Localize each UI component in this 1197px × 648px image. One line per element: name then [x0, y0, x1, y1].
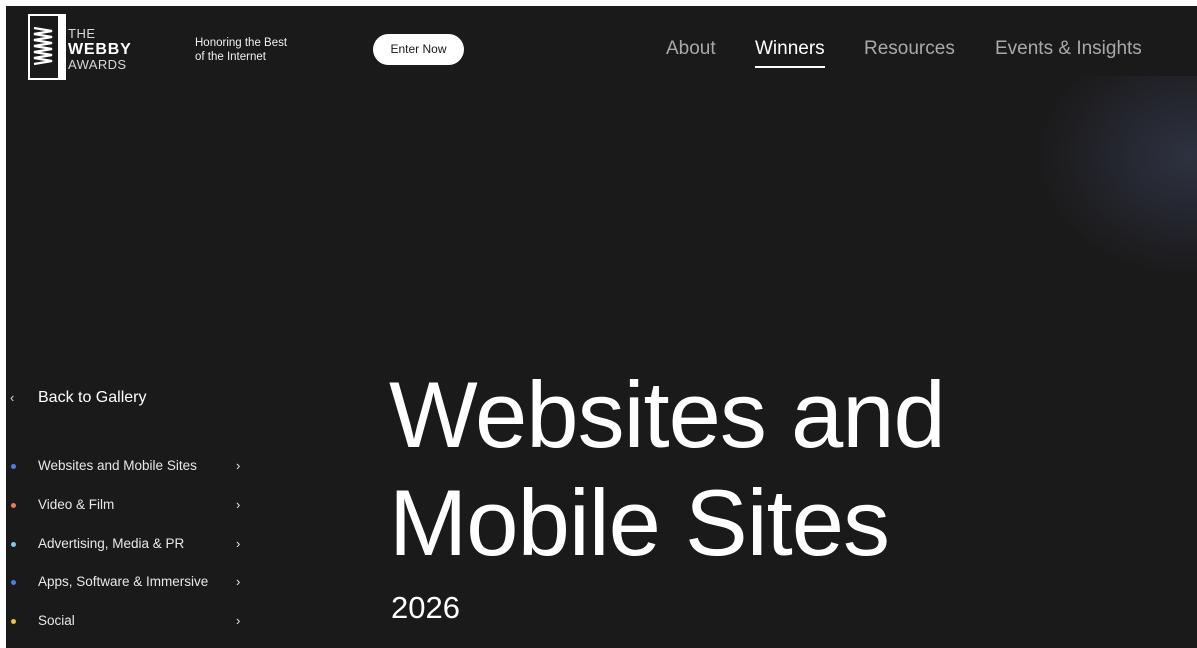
- background-glow: [1037, 76, 1197, 276]
- nav-winners[interactable]: Winners: [755, 36, 825, 68]
- category-label: Advertising, Media & PR: [38, 536, 185, 551]
- category-social[interactable]: Social ›: [6, 610, 251, 632]
- page-frame: THE WEBBY AWARDS Honoring the Best of th…: [6, 6, 1197, 648]
- chevron-right-icon: ›: [236, 574, 241, 589]
- nav-about-label: About: [666, 38, 716, 59]
- category-dot: [11, 580, 16, 585]
- logo-line-awards: AWARDS: [68, 57, 127, 72]
- category-label: Video & Film: [38, 497, 115, 512]
- page-title: Websites and Mobile Sites: [389, 361, 1149, 577]
- chevron-right-icon: ›: [236, 613, 241, 628]
- chevron-right-icon: ›: [236, 458, 241, 473]
- nav-about[interactable]: About: [666, 36, 716, 66]
- enter-now-button[interactable]: Enter Now: [373, 34, 464, 65]
- logo-wordmark: THE WEBBY AWARDS: [68, 27, 132, 72]
- logo-line-webby: WEBBY: [68, 41, 132, 58]
- tagline: Honoring the Best of the Internet: [195, 36, 325, 64]
- chevron-right-icon: ›: [236, 497, 241, 512]
- nav-events-insights-label: Events & Insights: [995, 38, 1142, 59]
- tagline-line-2: of the Internet: [195, 51, 266, 63]
- category-label: Social: [38, 613, 75, 628]
- webby-logo[interactable]: THE WEBBY AWARDS: [28, 14, 158, 84]
- active-nav-underline: [755, 66, 825, 68]
- category-advertising-media-pr[interactable]: Advertising, Media & PR ›: [6, 533, 251, 555]
- category-label: Websites and Mobile Sites: [38, 458, 197, 473]
- spring-logo-icon: [28, 14, 66, 80]
- page-title-line-2: Mobile Sites: [389, 470, 890, 575]
- awards-year: 2026: [391, 590, 460, 625]
- nav-winners-label: Winners: [755, 38, 825, 59]
- category-apps-software-immersive[interactable]: Apps, Software & Immersive ›: [6, 571, 251, 593]
- chevron-left-icon: ‹: [10, 390, 15, 405]
- category-label: Apps, Software & Immersive: [38, 574, 209, 589]
- nav-events-insights[interactable]: Events & Insights: [995, 36, 1142, 66]
- category-dot: [11, 464, 16, 469]
- logo-line-the: THE: [68, 26, 96, 41]
- nav-resources-label: Resources: [864, 38, 955, 59]
- category-websites-mobile-sites[interactable]: Websites and Mobile Sites ›: [6, 455, 251, 477]
- back-to-gallery-link[interactable]: ‹ Back to Gallery: [6, 386, 206, 410]
- back-to-gallery-label: Back to Gallery: [38, 389, 147, 406]
- category-video-film[interactable]: Video & Film ›: [6, 494, 251, 516]
- chevron-right-icon: ›: [236, 536, 241, 551]
- nav-resources[interactable]: Resources: [864, 36, 955, 66]
- category-dot: [11, 542, 16, 547]
- category-dot: [11, 619, 16, 624]
- page-title-line-1: Websites and: [389, 362, 946, 467]
- category-dot: [11, 503, 16, 508]
- tagline-line-1: Honoring the Best: [195, 37, 288, 49]
